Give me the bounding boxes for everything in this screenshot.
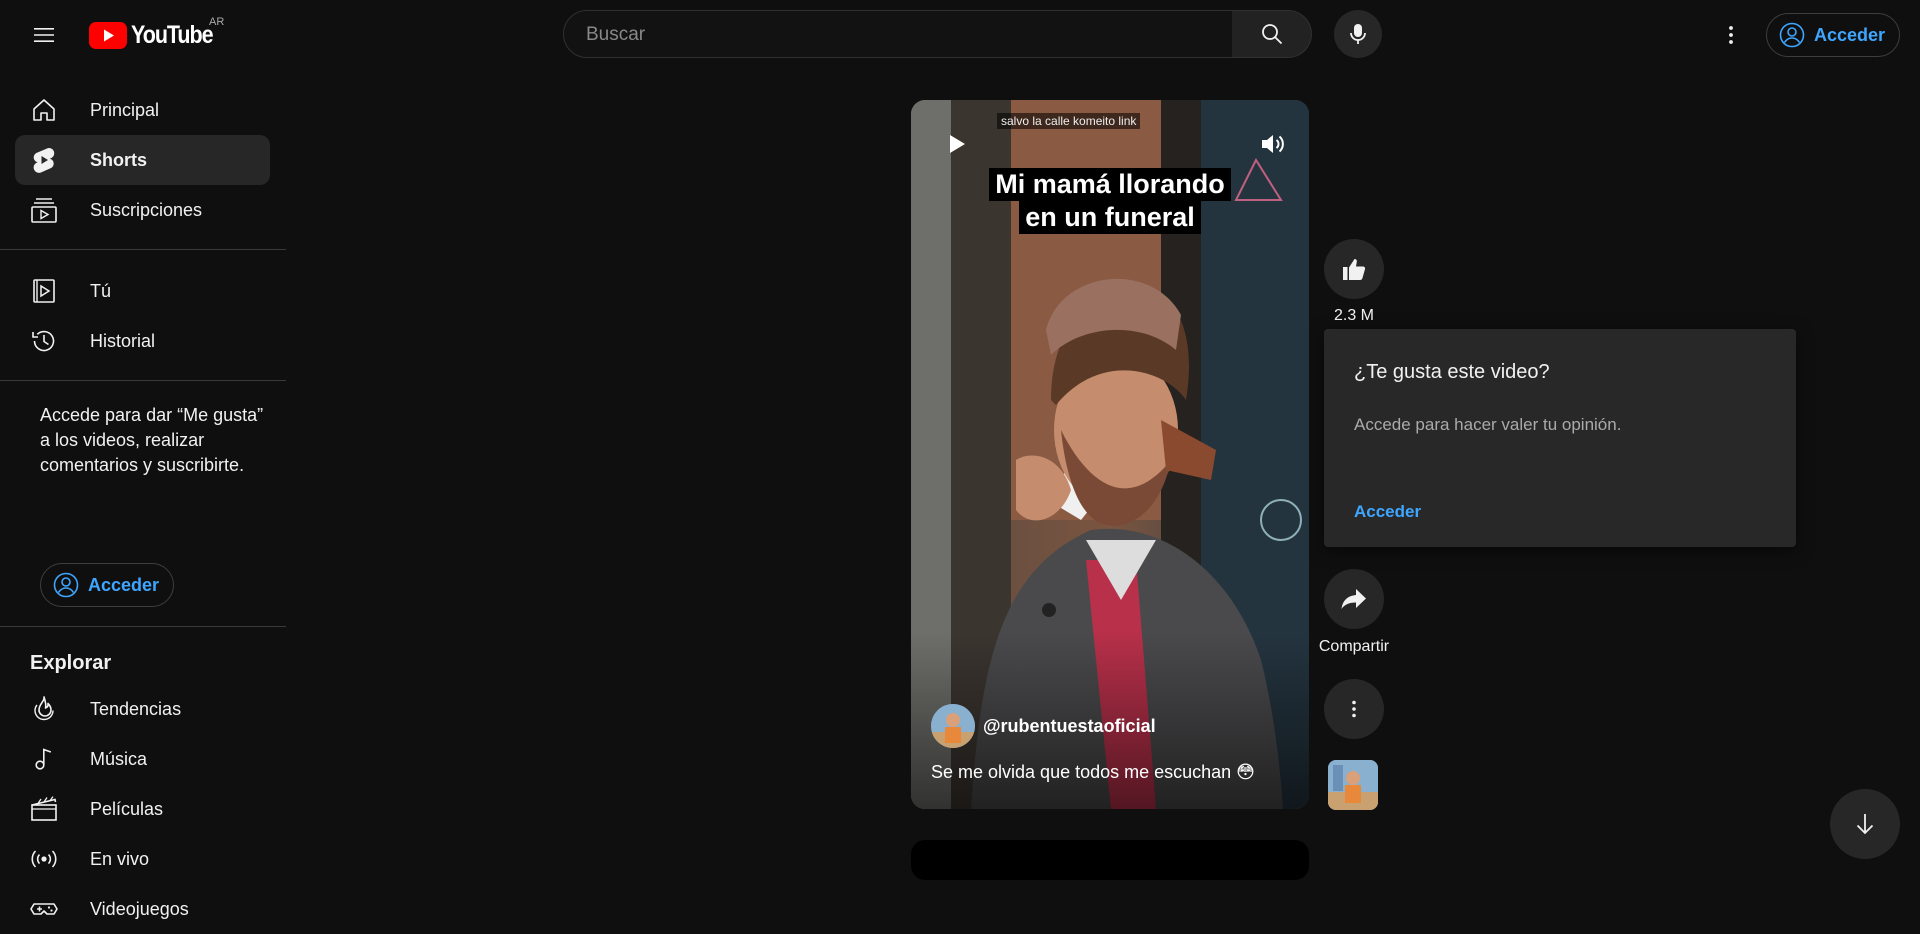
- sidebar-item-gaming[interactable]: Videojuegos: [15, 884, 270, 934]
- settings-more-button[interactable]: [1711, 15, 1751, 55]
- sidebar-item-music[interactable]: Música: [15, 734, 270, 784]
- movies-icon: [31, 796, 57, 821]
- logo-wordmark: YouTube: [131, 20, 214, 49]
- sidebar-item-shorts[interactable]: Shorts: [15, 135, 270, 185]
- sign-in-button[interactable]: Acceder: [1766, 13, 1900, 57]
- music-icon: [35, 748, 52, 770]
- sidebar-item-label: Historial: [90, 330, 156, 351]
- popup-sign-in-link[interactable]: Acceder: [1354, 502, 1421, 522]
- guide-menu-button[interactable]: [24, 15, 64, 55]
- play-icon: [950, 135, 965, 153]
- share-label: Compartir: [1318, 638, 1390, 655]
- youtube-logo[interactable]: YouTube AR: [89, 16, 226, 50]
- share-button[interactable]: [1324, 569, 1384, 629]
- sidebar-item-label: Tendencias: [90, 698, 182, 719]
- sidebar-item-trending[interactable]: Tendencias: [15, 684, 270, 734]
- video-title: Se me olvida que todos me escuchan 😳: [931, 762, 1255, 782]
- sidebar-item-label: Shorts: [90, 149, 148, 170]
- like-count: 2.3 M: [1333, 307, 1374, 324]
- sidebar-item-label: Películas: [90, 798, 164, 819]
- vertical-dots-icon: [1352, 700, 1356, 718]
- sidebar-item-label: En vivo: [90, 848, 150, 869]
- popup-body: Accede para hacer valer tu opinión.: [1354, 415, 1622, 434]
- caption-line: Mi mamá llorando: [989, 168, 1231, 201]
- voice-search-button[interactable]: [1334, 10, 1382, 58]
- sidebar-item-movies[interactable]: Películas: [15, 784, 270, 834]
- sidebar-divider: [0, 380, 286, 381]
- video-caption-overlay: Mi mamá llorando en un funeral: [911, 168, 1309, 234]
- vertical-dots-icon: [1729, 26, 1733, 44]
- sign-in-label: Acceder: [88, 574, 160, 595]
- channel-avatar: [931, 704, 975, 748]
- sidebar-item-live[interactable]: En vivo: [15, 834, 270, 884]
- next-video-button[interactable]: [1830, 789, 1900, 859]
- history-icon: [32, 330, 55, 352]
- volume-icon: [1262, 135, 1284, 153]
- channel-link[interactable]: @rubentuestaoficial: [931, 704, 1156, 748]
- gaming-icon: [30, 903, 58, 915]
- arrow-down-icon: [1856, 814, 1874, 835]
- sidebar-item-label: Tú: [90, 280, 112, 301]
- sound-thumbnail-image: [1328, 760, 1378, 810]
- volume-button[interactable]: [1253, 124, 1293, 164]
- popup-title: ¿Te gusta este video?: [1354, 361, 1550, 383]
- sidebar-item-label: Suscripciones: [90, 199, 203, 220]
- short-video-player[interactable]: salvo la calle komeito link Mi mamá llor…: [911, 100, 1309, 809]
- like-signin-popup: ¿Te gusta este video? Accede para hacer …: [1324, 329, 1796, 547]
- live-icon: [31, 850, 57, 868]
- home-icon: [33, 99, 55, 121]
- caption-line: en un funeral: [1019, 201, 1201, 234]
- user-circle-icon: [53, 572, 79, 598]
- microphone-icon: [1350, 24, 1366, 44]
- youtube-play-logo-icon: [89, 21, 127, 49]
- search-input[interactable]: [584, 11, 1208, 59]
- sidebar-item-subscriptions[interactable]: Suscripciones: [15, 185, 270, 235]
- channel-name: @rubentuestaoficial: [983, 715, 1156, 736]
- subscriptions-icon: [31, 198, 57, 223]
- sidebar-item-you[interactable]: Tú: [15, 266, 270, 316]
- search-box: [563, 10, 1233, 59]
- music-tag-overlay: salvo la calle komeito link: [997, 113, 1141, 129]
- sidebar-item-home[interactable]: Principal: [15, 85, 270, 135]
- hamburger-icon: [34, 28, 54, 42]
- like-button[interactable]: [1324, 239, 1384, 299]
- explore-section-title: Explorar: [30, 652, 112, 674]
- thumbs-up-icon: [1343, 259, 1366, 280]
- sign-in-label: Acceder: [1814, 24, 1886, 45]
- sidebar-item-history[interactable]: Historial: [15, 316, 270, 366]
- sidebar-item-label: Videojuegos: [90, 898, 189, 919]
- share-arrow-icon: [1341, 589, 1366, 609]
- shorts-icon: [33, 148, 55, 173]
- sign-in-prompt: Accede para dar “Me gusta” a los videos,…: [40, 405, 264, 475]
- country-code: AR: [209, 16, 225, 28]
- search-icon: [1261, 24, 1282, 45]
- next-short-preview[interactable]: [911, 840, 1309, 880]
- sidebar-sign-in-button[interactable]: Acceder: [40, 563, 174, 607]
- search-button[interactable]: [1232, 10, 1312, 58]
- masthead: YouTube AR Acceder: [0, 0, 1920, 70]
- sidebar-divider: [0, 249, 286, 250]
- play-button[interactable]: [937, 124, 977, 164]
- trending-icon: [34, 696, 54, 721]
- sidebar-item-label: Principal: [90, 99, 160, 120]
- more-actions-button[interactable]: [1324, 679, 1384, 739]
- sound-source-thumbnail[interactable]: [1328, 760, 1378, 810]
- sidebar-item-label: Música: [90, 748, 148, 769]
- user-circle-icon: [1779, 22, 1805, 48]
- you-icon: [33, 279, 55, 303]
- guide-sidebar: Principal Shorts Suscripciones Tú Histor…: [0, 70, 286, 919]
- sidebar-divider: [0, 626, 286, 627]
